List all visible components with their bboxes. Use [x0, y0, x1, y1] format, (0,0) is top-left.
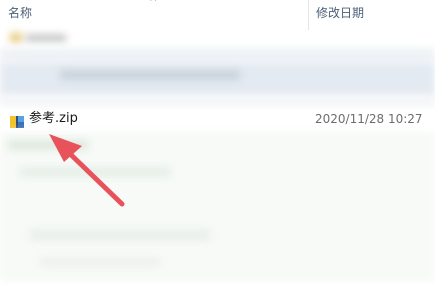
blurred-row-band[interactable]	[0, 48, 435, 62]
file-modified-date: 2020/11/28 10:27	[315, 112, 423, 126]
sort-caret-icon[interactable]: ^	[149, 0, 157, 8]
blurred-row-text	[20, 168, 170, 176]
blurred-row-text	[30, 230, 210, 240]
blurred-folder-row[interactable]	[10, 33, 70, 43]
zip-archive-icon	[10, 113, 24, 128]
column-divider[interactable]	[308, 0, 309, 30]
column-header-bar: ^ 名称 修改日期	[0, 0, 435, 30]
blurred-row-text	[40, 258, 160, 266]
file-explorer-list: ^ 名称 修改日期 参考.zip 2020/11/28 10:27	[0, 0, 435, 284]
blurred-row-text	[60, 70, 240, 80]
file-name[interactable]: 参考.zip	[29, 111, 78, 127]
column-header-date[interactable]: 修改日期	[316, 6, 364, 20]
blurred-row-text	[8, 140, 88, 150]
file-row[interactable]: 参考.zip 2020/11/28 10:27	[0, 110, 435, 128]
blurred-row-band[interactable]	[0, 96, 435, 106]
column-header-name[interactable]: 名称	[8, 6, 32, 20]
